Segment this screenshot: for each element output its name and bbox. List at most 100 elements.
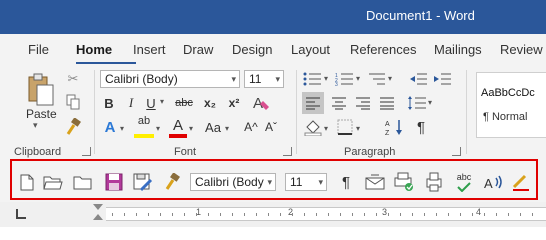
first-line-indent-icon[interactable] [93,204,103,210]
shading-icon[interactable] [302,116,324,138]
ruler-tick [256,213,257,216]
ruler-tick [472,213,473,216]
cut-icon[interactable]: ✂ [64,70,82,88]
font-launcher-icon[interactable] [283,147,292,156]
line-spacing-icon[interactable] [406,92,428,114]
ruler-tick [148,213,149,216]
paragraph-launcher-icon[interactable] [452,147,461,156]
bullets-icon[interactable] [302,70,324,88]
svg-text:3: 3 [335,82,338,86]
ribbon: Paste ▾ ✂ Clipboard Calibri (Body) ▾ 11 … [0,64,546,160]
ruler-tick [208,213,209,216]
shading-dropdown-icon[interactable]: ▾ [324,124,328,133]
ruler-tick [220,213,221,216]
ruler-number: 4 [476,207,482,217]
ruler-tick [496,213,497,216]
font-size-combo[interactable]: 11 ▾ [244,70,284,88]
style-normal-label: ¶ Normal [483,111,528,123]
show-hide-marks-button[interactable]: ¶ [410,116,432,138]
align-center-icon[interactable] [328,92,350,114]
highlight-color-bar [134,134,154,138]
hanging-indent-icon[interactable] [93,214,103,220]
text-effects-dropdown-icon[interactable]: ▾ [120,124,124,133]
multilevel-dropdown-icon[interactable]: ▾ [388,74,392,83]
numbering-dropdown-icon[interactable]: ▾ [356,74,360,83]
ruler-tick [328,213,329,216]
ruler-tick [484,213,485,216]
align-right-icon[interactable] [352,92,374,114]
style-sample: AaBbCcDc [481,87,535,99]
window-title: Document1 - Word [366,8,475,23]
ruler-tick [340,213,341,216]
borders-icon[interactable] [334,116,356,138]
ruler-tick [244,213,245,216]
tab-design[interactable]: Design [232,42,272,57]
bold-button[interactable]: B [100,93,118,113]
ruler-tick [532,213,533,216]
bullets-dropdown-icon[interactable]: ▾ [324,74,328,83]
font-color-dropdown-icon[interactable]: ▾ [189,124,193,133]
font-name-combo[interactable]: Calibri (Body) ▾ [100,70,240,88]
font-color-button[interactable]: A [168,115,188,135]
tab-selector-icon[interactable] [16,209,26,219]
numbering-icon[interactable]: 123 [334,70,356,88]
line-spacing-dropdown-icon[interactable]: ▾ [428,98,432,107]
copy-icon[interactable] [64,93,82,111]
tab-draw[interactable]: Draw [183,42,213,57]
ruler-tick [508,213,509,216]
clipboard-launcher-icon[interactable] [82,147,91,156]
tab-insert[interactable]: Insert [133,42,166,57]
align-left-icon[interactable] [302,92,324,114]
tab-references[interactable]: References [350,42,416,57]
ruler-tick [352,213,353,216]
qat-highlight-border [10,159,538,200]
grow-font-button[interactable]: A^ [242,117,260,137]
shrink-font-button[interactable]: Aˇ [262,117,280,137]
paste-icon[interactable] [24,72,58,108]
ruler-tick [412,213,413,216]
underline-dropdown-icon[interactable]: ▾ [160,97,164,106]
clear-formatting-icon[interactable]: A [250,92,272,114]
borders-dropdown-icon[interactable]: ▾ [356,124,360,133]
strikethrough-button[interactable]: abc [172,93,196,113]
paragraph-group-label: Paragraph [344,146,396,158]
paste-dropdown-icon[interactable]: ▾ [33,120,38,131]
ruler-tick [436,213,437,216]
ruler-tick [520,213,521,216]
increase-indent-icon[interactable] [432,70,452,88]
font-color-bar [169,134,187,138]
decrease-indent-icon[interactable] [408,70,428,88]
superscript-button[interactable]: x² [224,93,244,113]
ribbon-tabs: File Home Insert Draw Design Layout Refe… [0,34,546,65]
styles-gallery[interactable]: AaBbCcDc ¶ Normal [476,72,546,138]
font-group-label: Font [174,146,197,158]
tab-review[interactable]: Review [500,42,543,57]
sort-icon[interactable]: AZ [384,116,406,138]
change-case-dropdown-icon[interactable]: ▾ [225,124,229,133]
ruler-tick [172,213,173,216]
title-bar: Document1 - Word [0,0,546,34]
ruler-tick [136,213,137,216]
text-effects-button[interactable]: A [100,116,120,138]
tab-mailings[interactable]: Mailings [434,42,482,57]
highlight-dropdown-icon[interactable]: ▾ [156,124,160,133]
ruler-tick [448,213,449,216]
justify-icon[interactable] [376,92,398,114]
ruler-bar: 1 2 3 4 [0,202,546,227]
format-painter-icon[interactable] [63,117,83,137]
paste-label[interactable]: Paste [26,107,57,121]
tab-home[interactable]: Home [76,42,112,57]
horizontal-ruler[interactable]: 1 2 3 4 [106,207,546,221]
underline-button[interactable]: U [142,93,160,113]
subscript-button[interactable]: x₂ [200,93,220,113]
ruler-number: 3 [382,207,388,217]
clipboard-group-label: Clipboard [14,146,62,158]
change-case-button[interactable]: Aa [201,117,225,137]
tab-layout[interactable]: Layout [291,42,330,57]
multilevel-list-icon[interactable] [366,70,388,88]
italic-button[interactable]: I [122,93,140,113]
tab-file[interactable]: File [28,42,49,57]
ruler-tick [460,213,461,216]
svg-text:Z: Z [385,130,390,136]
ruler-tick [232,213,233,216]
